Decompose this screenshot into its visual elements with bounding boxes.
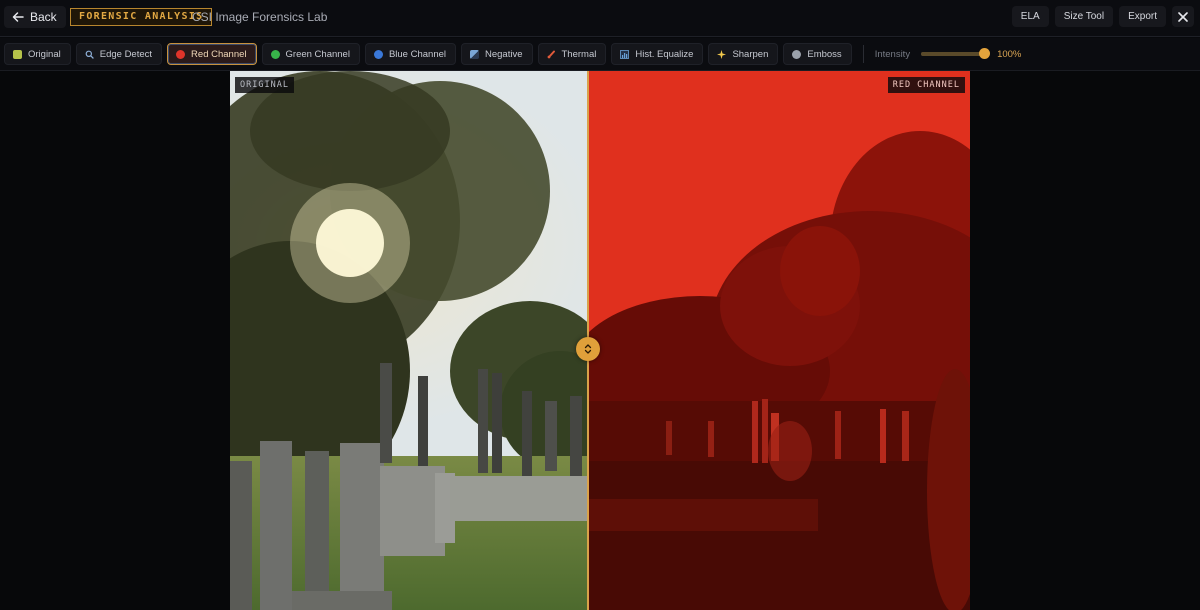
close-button[interactable] <box>1172 6 1194 27</box>
top-actions: ELA Size Tool Export <box>1011 6 1194 27</box>
negative-icon <box>470 49 479 59</box>
intensity-value: 100% <box>997 48 1022 60</box>
original-label: ORIGINAL <box>235 77 294 93</box>
filter-label: Emboss <box>807 48 842 60</box>
sparkle-icon <box>717 49 727 59</box>
filter-green-channel-button[interactable]: Green Channel <box>261 43 360 65</box>
filter-label: Hist. Equalize <box>635 48 694 60</box>
filter-sharpen-button[interactable]: Sharpen <box>708 43 779 65</box>
filter-edge-detect-button[interactable]: Edge Detect <box>75 43 163 65</box>
size-tool-button[interactable]: Size Tool <box>1054 6 1114 27</box>
green-circle-icon <box>270 49 280 59</box>
filter-label: Edge Detect <box>99 48 153 60</box>
filter-label: Green Channel <box>285 48 350 60</box>
top-bar: Back FORENSIC ANALYSIS CSI Image Forensi… <box>0 0 1200 37</box>
toolbar-divider <box>862 45 864 63</box>
intensity-label: Intensity <box>874 48 911 60</box>
histogram-icon <box>620 49 630 59</box>
original-photo <box>230 71 588 610</box>
image-icon <box>13 49 22 59</box>
intensity-slider[interactable] <box>921 48 991 59</box>
arrow-left-icon <box>12 12 24 22</box>
back-label: Back <box>30 10 57 24</box>
drag-arrows-icon <box>584 344 592 354</box>
filter-label: Negative <box>485 48 523 60</box>
original-image-pane: ORIGINAL <box>230 71 588 610</box>
filter-label: Thermal <box>561 48 597 60</box>
emboss-icon <box>792 49 802 59</box>
blue-circle-icon <box>373 49 383 59</box>
filter-label: Sharpen <box>732 48 769 60</box>
comparison-canvas[interactable]: ORIGINAL RED CHANNEL <box>230 71 970 610</box>
red-channel-pane: RED CHANNEL <box>588 71 970 610</box>
filter-label: Original <box>28 48 61 60</box>
filter-negative-button[interactable]: Negative <box>461 43 533 65</box>
back-button[interactable]: Back <box>4 6 66 28</box>
red-channel-label: RED CHANNEL <box>887 77 965 93</box>
filter-toolbar: Original Edge Detect Red Channel Green C… <box>0 38 1200 71</box>
intensity-slider-thumb[interactable] <box>979 48 991 59</box>
thermometer-icon <box>547 50 556 59</box>
filter-thermal-button[interactable]: Thermal <box>537 43 607 65</box>
filter-blue-channel-button[interactable]: Blue Channel <box>364 43 456 65</box>
filter-hist-equalize-button[interactable]: Hist. Equalize <box>611 43 704 65</box>
filter-label: Red Channel <box>191 48 247 60</box>
intensity-slider-fill <box>921 52 986 56</box>
filter-label: Blue Channel <box>388 48 446 60</box>
red-circle-icon <box>176 49 186 59</box>
app-title: CSI Image Forensics Lab <box>192 10 328 24</box>
image-viewer: ORIGINAL RED CHANNEL <box>0 71 1200 610</box>
filter-emboss-button[interactable]: Emboss <box>783 43 852 65</box>
filter-original-button[interactable]: Original <box>4 43 71 65</box>
magnifier-icon <box>85 50 94 59</box>
export-button[interactable]: Export <box>1119 6 1166 27</box>
split-handle[interactable] <box>576 337 600 361</box>
ela-button[interactable]: ELA <box>1011 6 1049 27</box>
close-icon <box>1178 11 1188 22</box>
filter-red-channel-button[interactable]: Red Channel <box>167 43 257 65</box>
red-channel-photo <box>588 71 970 610</box>
